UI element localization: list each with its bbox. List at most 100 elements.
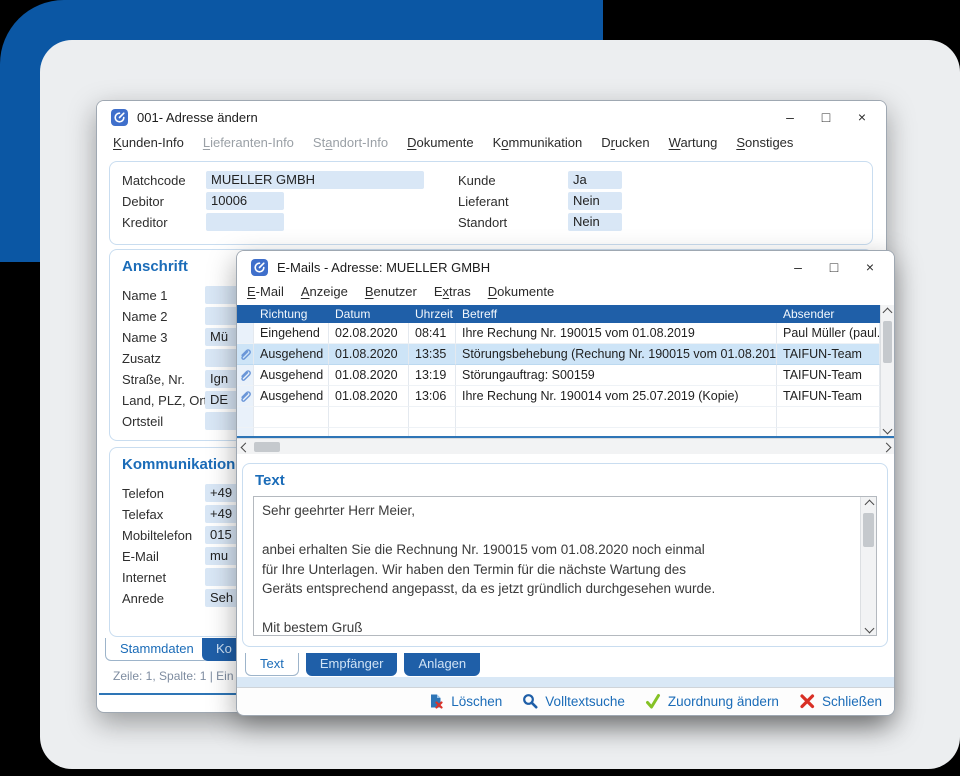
text-heading: Text <box>255 472 285 489</box>
debitor-field[interactable]: 10006 <box>206 192 284 210</box>
window2-tabstrip: Text Empfänger Anlagen <box>245 653 480 677</box>
cell-betreff: Störungauftrag: S00159 <box>456 365 777 386</box>
standort-field[interactable]: Nein <box>568 213 622 231</box>
field-label: E-Mail <box>122 549 159 564</box>
cell-uhrzeit: 13:06 <box>409 386 456 407</box>
menu-sonstiges[interactable]: Sonstiges <box>736 135 793 150</box>
scroll-thumb[interactable] <box>254 442 280 452</box>
attachment-icon <box>238 368 252 382</box>
field-label: Land, PLZ, Ort <box>122 393 207 408</box>
column-attachment[interactable] <box>237 305 254 323</box>
cell-absender: TAIFUN-Team <box>777 365 880 386</box>
change-assignment-button[interactable]: Zuordnung ändern <box>645 693 779 709</box>
menu-anzeige[interactable]: Anzeige <box>301 284 348 299</box>
cell-betreff: Ihre Rechung Nr. 190014 vom 25.07.2019 (… <box>456 386 777 407</box>
cell-uhrzeit: 08:41 <box>409 323 456 344</box>
attachment-icon <box>238 347 252 361</box>
email-table: Richtung Datum Uhrzeit Betreff Absender … <box>237 305 894 438</box>
menu-kunden-info[interactable]: Kunden-Info <box>113 135 184 150</box>
kommunikation-heading: Kommunikation <box>122 456 235 473</box>
cell-richtung: Ausgehend <box>254 365 329 386</box>
field-label: Kunde <box>458 173 496 188</box>
maximize-button[interactable]: □ <box>816 257 852 277</box>
column-uhrzeit[interactable]: Uhrzeit <box>409 305 456 323</box>
chevron-up-icon[interactable] <box>862 497 876 511</box>
column-richtung[interactable]: Richtung <box>254 305 329 323</box>
chevron-right-icon[interactable] <box>879 440 893 454</box>
field-label: Straße, Nr. <box>122 372 185 387</box>
cell-betreff: Störungsbehebung (Rechung Nr. 190015 vom… <box>456 344 777 365</box>
tab-text[interactable]: Text <box>245 653 299 676</box>
kreditor-field[interactable] <box>206 213 284 231</box>
menu-lieferanten-info: Lieferanten-Info <box>203 135 294 150</box>
cell-datum: 01.08.2020 <box>329 365 409 386</box>
field-label: Telefon <box>122 486 164 501</box>
email-row[interactable]: Ausgehend 01.08.2020 13:19 Störungauftra… <box>237 365 880 386</box>
chevron-down-icon[interactable] <box>880 422 894 436</box>
table-vertical-scrollbar[interactable] <box>880 305 894 436</box>
fulltext-search-button[interactable]: Volltextsuche <box>522 693 625 709</box>
chevron-up-icon[interactable] <box>880 305 894 319</box>
lieferant-field[interactable]: Nein <box>568 192 622 210</box>
menu-dokumente[interactable]: Dokumente <box>488 284 554 299</box>
window2-titlebar: E-Mails - Adresse: MUELLER GMBH – □ × <box>237 251 894 283</box>
anschrift-heading: Anschrift <box>122 258 188 275</box>
table-horizontal-scrollbar[interactable] <box>237 438 894 454</box>
column-betreff[interactable]: Betreff <box>456 305 777 323</box>
cell-absender: TAIFUN-Team <box>777 386 880 407</box>
cell-richtung: Eingehend <box>254 323 329 344</box>
tab-anlagen[interactable]: Anlagen <box>404 653 480 676</box>
field-label: Matchcode <box>122 173 186 188</box>
bottom-accent-band <box>237 677 894 687</box>
chevron-left-icon[interactable] <box>238 440 252 454</box>
textarea-scrollbar[interactable] <box>860 497 876 635</box>
delete-button[interactable]: Löschen <box>428 693 502 709</box>
menu-kommunikation[interactable]: Kommunikation <box>493 135 583 150</box>
cell-uhrzeit: 13:19 <box>409 365 456 386</box>
email-row[interactable]: Ausgehend 01.08.2020 13:06 Ihre Rechung … <box>237 386 880 407</box>
delete-email-icon <box>428 693 444 709</box>
column-absender[interactable]: Absender <box>777 305 880 323</box>
taifun-logo-icon <box>111 109 128 126</box>
kunde-field[interactable]: Ja <box>568 171 622 189</box>
field-label: Debitor <box>122 194 164 209</box>
close-button[interactable]: × <box>844 107 880 127</box>
menu-extras[interactable]: Extras <box>434 284 471 299</box>
menu-email[interactable]: E-Mail <box>247 284 284 299</box>
email-body-textarea[interactable]: Sehr geehrter Herr Meier, anbei erhalten… <box>253 496 877 636</box>
minimize-button[interactable]: – <box>772 107 808 127</box>
chevron-down-icon[interactable] <box>862 621 876 635</box>
minimize-button[interactable]: – <box>780 257 816 277</box>
cell-betreff: Ihre Rechung Nr. 190015 vom 01.08.2019 <box>456 323 777 344</box>
tab-empfaenger[interactable]: Empfänger <box>306 653 398 676</box>
empty-row <box>237 407 880 428</box>
attachment-icon <box>238 389 252 403</box>
email-row-selected[interactable]: Ausgehend 01.08.2020 13:35 Störungsbeheb… <box>237 344 880 365</box>
field-label: Telefax <box>122 507 163 522</box>
matchcode-field[interactable]: MUELLER GMBH <box>206 171 424 189</box>
field-label: Mobiltelefon <box>122 528 192 543</box>
menu-wartung[interactable]: Wartung <box>669 135 718 150</box>
field-label: Internet <box>122 570 166 585</box>
maximize-button[interactable]: □ <box>808 107 844 127</box>
menu-standort-info: Standort-Info <box>313 135 388 150</box>
tab-stammdaten[interactable]: Stammdaten <box>105 638 209 661</box>
cell-richtung: Ausgehend <box>254 386 329 407</box>
email-row[interactable]: Eingehend 02.08.2020 08:41 Ihre Rechung … <box>237 323 880 344</box>
menu-benutzer[interactable]: Benutzer <box>365 284 417 299</box>
text-panel: Text Sehr geehrter Herr Meier, anbei erh… <box>242 463 888 647</box>
field-label: Zusatz <box>122 351 161 366</box>
scroll-thumb[interactable] <box>863 513 874 547</box>
change-assignment-icon <box>645 693 661 709</box>
close-button[interactable]: × <box>852 257 888 277</box>
column-datum[interactable]: Datum <box>329 305 409 323</box>
close-window-button[interactable]: Schließen <box>799 693 882 709</box>
cell-datum: 01.08.2020 <box>329 386 409 407</box>
button-label: Löschen <box>451 694 502 709</box>
scroll-thumb[interactable] <box>883 321 892 363</box>
table-header: Richtung Datum Uhrzeit Betreff Absender <box>237 305 880 323</box>
menu-dokumente[interactable]: Dokumente <box>407 135 473 150</box>
cell-datum: 02.08.2020 <box>329 323 409 344</box>
menu-drucken[interactable]: Drucken <box>601 135 649 150</box>
empty-row <box>237 428 880 438</box>
